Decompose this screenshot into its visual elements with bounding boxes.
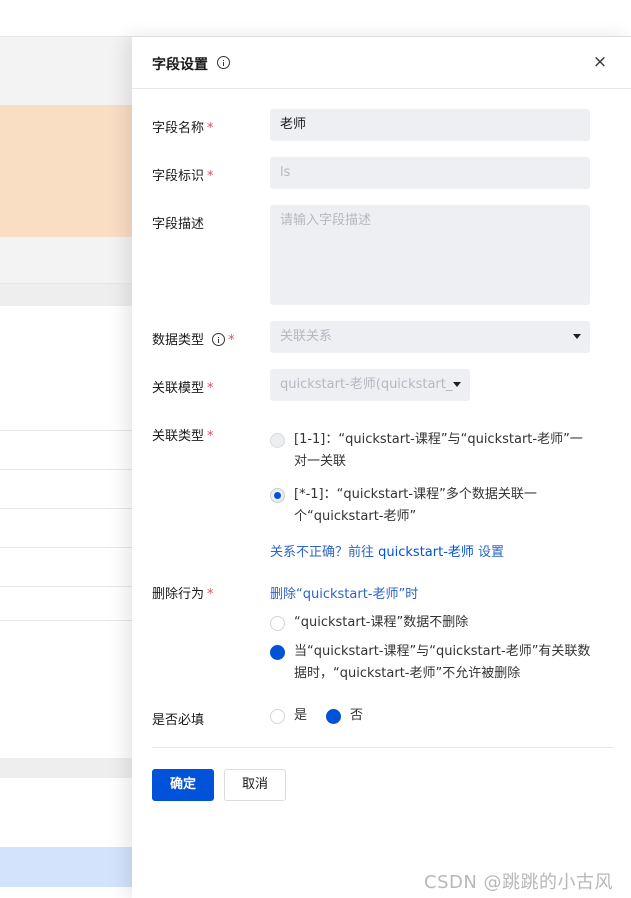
cancel-button[interactable]: 取消	[224, 769, 286, 801]
delete-forbid-text: 当“quickstart-课程”与“quickstart-老师”有关联数 据时，…	[294, 641, 590, 685]
data-type-select[interactable]: 关联关系	[270, 321, 590, 353]
required-mark: *	[207, 587, 214, 602]
required-mark: *	[207, 381, 214, 396]
field-description-textarea[interactable]: 请输入字段描述	[270, 205, 590, 305]
related-model-label: 关联模型 *	[152, 377, 214, 396]
background-row-divider	[0, 586, 132, 587]
relation-hint: 关系不正确？前往 quickstart-老师 设置	[270, 541, 504, 560]
field-name-label-text: 字段名称	[152, 121, 205, 136]
delete-forbid-line1: 当“quickstart-课程”与“quickstart-老师”有关联数	[294, 644, 591, 659]
delete-forbid-line2: 据时，“quickstart-老师”不允许被删除	[294, 666, 521, 681]
required-yes-text: 是	[294, 708, 308, 723]
field-name-label: 字段名称 *	[152, 117, 214, 136]
background-table-subheader	[0, 284, 132, 306]
background-footer-band	[0, 758, 132, 778]
chevron-down-icon	[573, 334, 581, 339]
field-description-label: 字段描述	[152, 217, 205, 232]
relation-hint-suffix: 设置	[473, 545, 505, 560]
related-model-label-text: 关联模型	[152, 381, 205, 396]
background-highlight-panel	[0, 105, 132, 237]
required-no-text: 否	[350, 708, 364, 723]
relation-1-1-text: [1-1]：“quickstart-课程”与“quickstart-老师”一 对…	[294, 429, 583, 473]
background-top-bar	[0, 0, 631, 37]
field-identifier-label: 字段标识 *	[152, 165, 214, 184]
data-type-label: 数据类型 *	[152, 329, 235, 348]
delete-behavior-subtitle: 删除“quickstart-老师”时	[270, 587, 419, 602]
relation-1-1-line2: 对一关联	[294, 454, 347, 469]
relation-hint-prefix: 关系不正确？前往	[270, 545, 379, 560]
relation-1-1-radio[interactable]	[270, 433, 285, 448]
background-page	[0, 0, 631, 898]
related-model-select[interactable]: quickstart-老师(quickstart_	[270, 369, 470, 401]
relation-type-label-text: 关联类型	[152, 429, 205, 444]
delete-forbid-radio[interactable]	[270, 645, 285, 660]
relation-type-label: 关联类型 *	[152, 425, 214, 444]
delete-behavior-label: 删除行为 *	[152, 583, 214, 602]
required-label: 是否必填	[152, 713, 205, 728]
close-icon[interactable]: ×	[592, 54, 608, 71]
info-icon[interactable]	[212, 333, 226, 346]
relation-many-1-text: [*-1]：“quickstart-课程”多个数据关联一 个“quickstar…	[294, 484, 537, 528]
footer-divider	[152, 747, 613, 748]
chevron-down-icon	[453, 382, 461, 387]
background-row-divider	[0, 508, 132, 509]
background-row-divider	[0, 547, 132, 548]
data-type-label-text: 数据类型	[152, 333, 205, 348]
background-row-divider	[0, 620, 132, 621]
delete-keep-radio[interactable]	[270, 616, 285, 631]
data-type-value: 关联关系	[280, 329, 333, 344]
background-row-divider	[0, 430, 132, 431]
background-panel	[0, 37, 132, 105]
field-name-input[interactable]: 老师	[270, 109, 590, 141]
required-mark: *	[207, 169, 214, 184]
field-settings-drawer: 字段设置 × 字段名称 * 老师 字段标识 * ls 字段描述 请输入字段描述 数据…	[132, 37, 631, 898]
drawer-title: 字段设置	[152, 57, 208, 73]
relation-1-1-line1: [1-1]：“quickstart-课程”与“quickstart-老师”一	[294, 432, 583, 447]
drawer-header: 字段设置 ×	[132, 37, 631, 89]
field-identifier-label-text: 字段标识	[152, 169, 205, 184]
delete-keep-text: “quickstart-课程”数据不删除	[294, 615, 469, 630]
relation-many-1-radio[interactable]	[270, 488, 285, 503]
required-yes-radio[interactable]	[270, 709, 285, 724]
required-mark: *	[228, 333, 235, 348]
delete-behavior-label-text: 删除行为	[152, 587, 205, 602]
related-model-value: quickstart-老师(quickstart_	[280, 377, 453, 392]
watermark: CSDN @跳跳的小古风	[424, 872, 614, 893]
relation-hint-link[interactable]: quickstart-老师	[378, 545, 474, 560]
relation-many-1-line1: [*-1]：“quickstart-课程”多个数据关联一	[294, 487, 537, 502]
relation-many-1-line2: 个“quickstart-老师”	[294, 509, 417, 524]
background-table-header	[0, 237, 132, 284]
required-mark: *	[207, 429, 214, 444]
background-selected-row	[0, 847, 132, 887]
background-row-divider	[0, 469, 132, 470]
field-identifier-input[interactable]: ls	[270, 157, 590, 189]
info-icon[interactable]	[217, 56, 230, 69]
confirm-button[interactable]: 确定	[152, 769, 214, 801]
required-mark: *	[207, 121, 214, 136]
required-no-radio[interactable]	[326, 709, 341, 724]
